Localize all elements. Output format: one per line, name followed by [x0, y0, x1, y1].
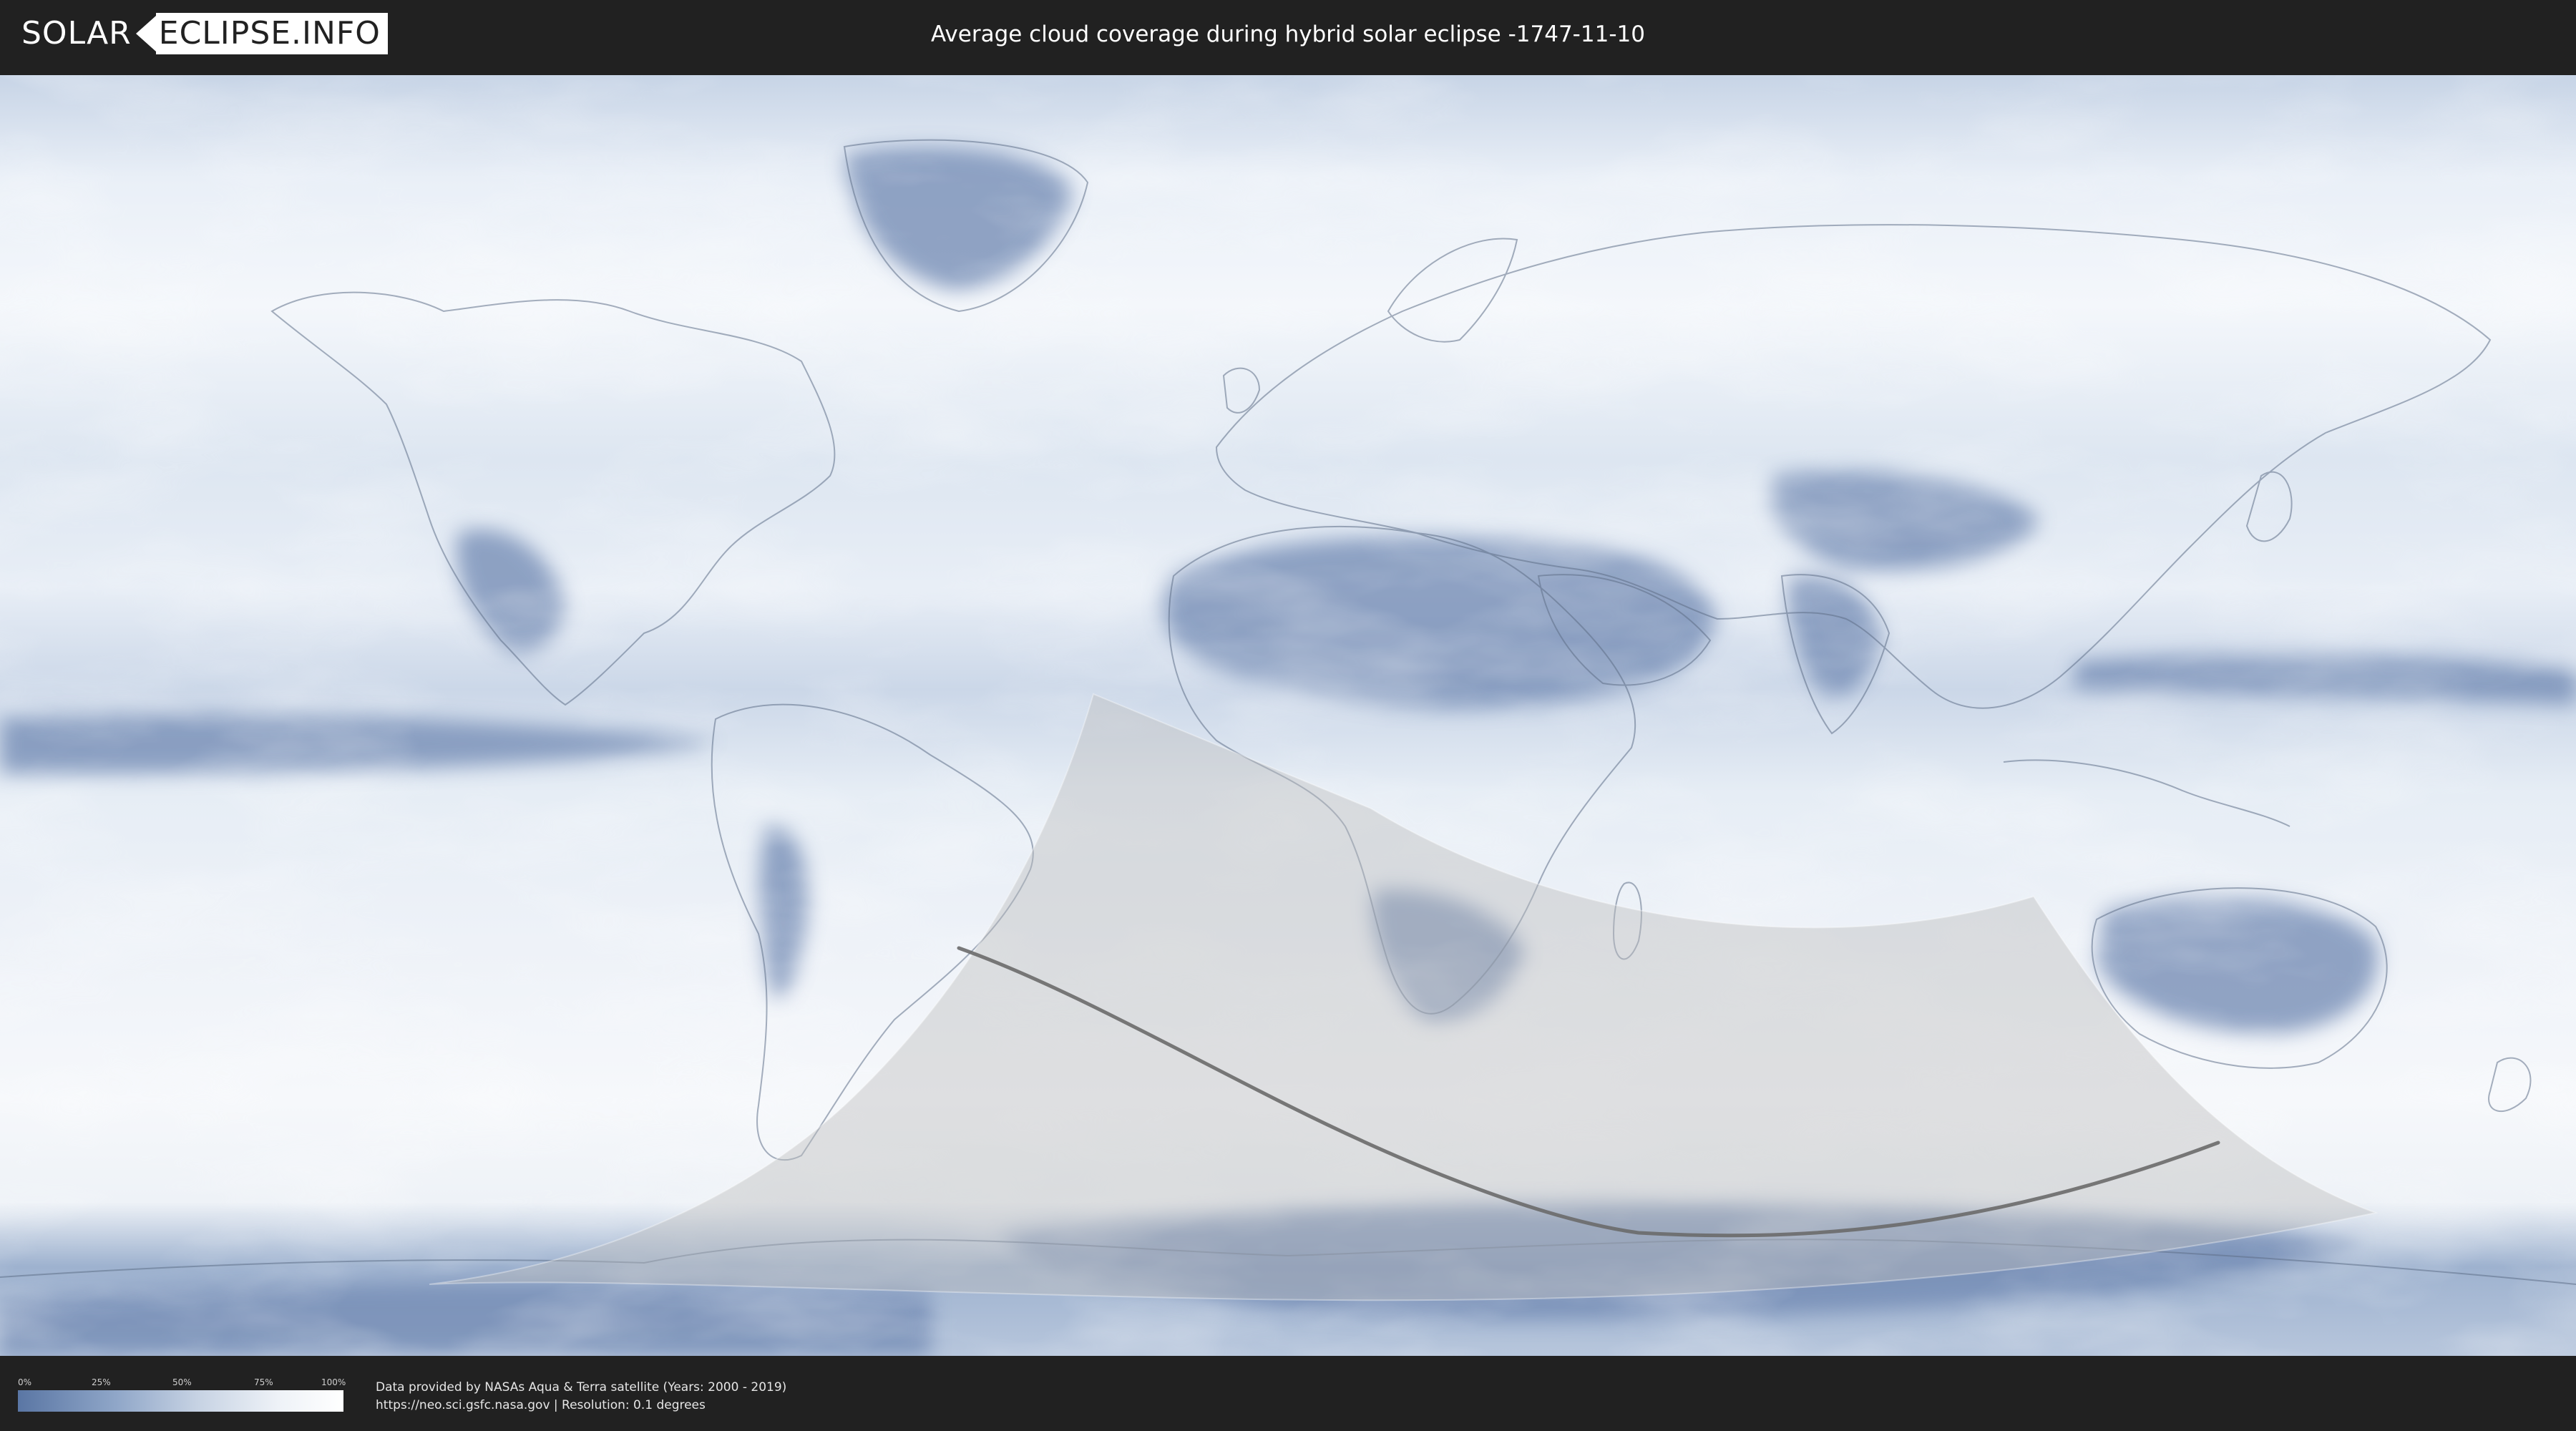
header: SOLAR ECLIPSE.INFO Average cloud coverag… [0, 0, 2576, 72]
legend-tick-50: 50% [172, 1377, 192, 1387]
legend-tick-75: 75% [254, 1377, 273, 1387]
legend-color-bar [18, 1390, 343, 1412]
map-title: Average cloud coverage during hybrid sol… [931, 21, 1645, 47]
legend-tick-100: 100% [321, 1377, 346, 1387]
cloud-coverage-legend: 0% 25% 50% 75% 100% [18, 1377, 346, 1420]
credit-line-url: https://neo.sci.gsfc.nasa.gov | Resoluti… [376, 1398, 706, 1412]
map-container[interactable] [0, 75, 2576, 1356]
cloud-coverage-map[interactable] [0, 75, 2576, 1356]
credit-line-source: Data provided by NASAs Aqua & Terra sate… [376, 1380, 787, 1395]
data-credit: Data provided by NASAs Aqua & Terra sate… [376, 1379, 786, 1415]
footer: 0% 25% 50% 75% 100% Data provided by NAS… [0, 1356, 2576, 1431]
legend-tick-25: 25% [92, 1377, 111, 1387]
legend-tick-0: 0% [18, 1377, 32, 1387]
page: SOLAR ECLIPSE.INFO Average cloud coverag… [0, 0, 2576, 1431]
